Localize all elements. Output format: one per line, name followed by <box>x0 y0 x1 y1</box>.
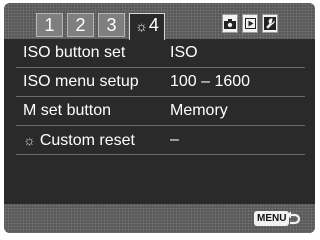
setup-wrench-icon[interactable] <box>262 14 278 33</box>
custom-gear-icon: ☼ <box>23 132 36 148</box>
menu-list: ISO button set ISO ISO menu setup 100 – … <box>16 39 305 155</box>
camera-icon[interactable] <box>222 14 238 33</box>
menu-item-m-set-button[interactable]: M set button Memory <box>16 97 305 126</box>
camera-menu-screen: 1 2 3 ☼4 ISO button set ISO ISO menu set… <box>4 3 315 233</box>
menu-item-label: M set button <box>23 102 112 119</box>
menu-item-label: ISO button set <box>23 44 126 61</box>
playback-icon[interactable] <box>242 14 258 33</box>
mode-icons <box>222 14 282 33</box>
menu-item-iso-menu-setup[interactable]: ISO menu setup 100 – 1600 <box>16 68 305 97</box>
menu-item-custom-reset[interactable]: ☼ Custom reset – <box>16 126 305 155</box>
menu-item-value: ISO <box>170 44 198 61</box>
tab-4-custom[interactable]: ☼4 <box>129 13 165 40</box>
tab-bar: 1 2 3 ☼4 <box>4 3 315 40</box>
menu-item-label: ISO menu setup <box>23 73 139 90</box>
tab-3[interactable]: 3 <box>98 13 125 37</box>
tab-2[interactable]: 2 <box>67 13 94 37</box>
menu-tabs: 1 2 3 ☼4 <box>36 13 169 40</box>
menu-item-value: Memory <box>170 102 228 119</box>
menu-item-label: Custom reset <box>39 132 135 149</box>
menu-item-iso-button-set[interactable]: ISO button set ISO <box>16 39 305 68</box>
menu-item-value: – <box>170 131 179 148</box>
tab-1[interactable]: 1 <box>36 13 63 37</box>
custom-gear-icon: ☼ <box>135 18 148 34</box>
menu-item-value: 100 – 1600 <box>170 73 251 90</box>
return-arrow-icon <box>285 211 301 226</box>
footer-bar: MENU <box>4 204 315 233</box>
